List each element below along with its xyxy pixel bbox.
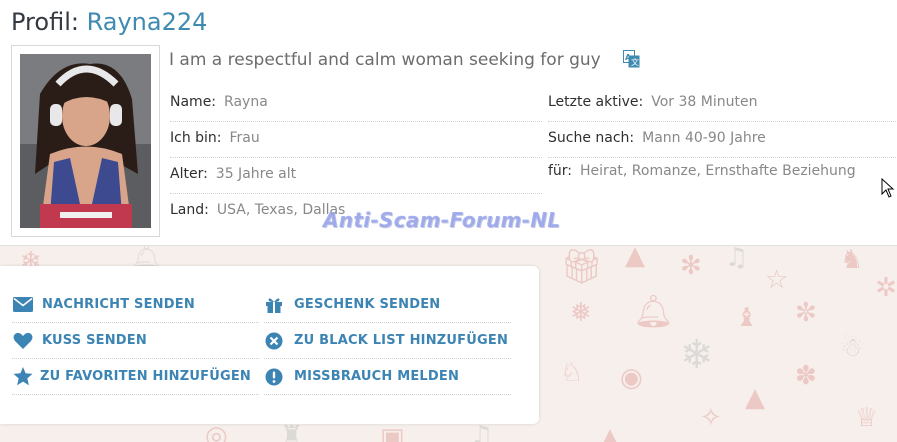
detail-label: für: [548, 163, 573, 179]
bell-decoration-icon: ♫ [725, 245, 749, 273]
detail-value: Rayna [224, 94, 268, 110]
translate-icon[interactable]: A 文 [623, 50, 640, 68]
exclamation-circle-icon [264, 366, 284, 388]
star-decoration-icon: ☆ [765, 265, 789, 295]
tree-decoration-icon: ▲ [600, 423, 620, 442]
snowflake-icon: ✲ [875, 273, 897, 303]
gift-decoration-icon: ▣ [380, 423, 405, 442]
heart-icon [12, 330, 34, 352]
profile-photo-image [20, 54, 151, 228]
detail-label: Alter: [170, 166, 208, 182]
detail-value: Heirat, Romanze, Ernsthafte Beziehung [580, 163, 856, 179]
snowflake-icon: ✼ [795, 298, 817, 328]
watermark-text: Anti-Scam-Forum-NL [323, 208, 561, 232]
x-circle-icon [264, 330, 284, 352]
detail-label: Name: [170, 94, 217, 110]
snowflake-icon: ✽ [795, 361, 817, 391]
detail-label: Letzte aktive: [548, 94, 644, 110]
detail-value: Vor 38 Minuten [651, 94, 758, 110]
send-kiss-label: KUSS SENDEN [42, 333, 147, 348]
snowflake-icon: ❅ [570, 298, 592, 328]
page-title-prefix: Profil: [11, 8, 79, 36]
page-title: Profil: Rayna224 [11, 8, 207, 36]
snowflake-icon: ❄ [680, 332, 714, 378]
gift-icon [264, 294, 284, 316]
report-abuse-button[interactable]: MISSBRAUCH MELDEN [264, 359, 511, 395]
ornament-decoration-icon: ◉ [620, 363, 643, 393]
send-kiss-button[interactable]: KUSS SENDEN [12, 323, 259, 359]
detail-row-relationship: für: Heirat, Romanze, Ernsthafte Beziehun… [548, 156, 896, 191]
ornament-decoration-icon: ◎ [205, 421, 228, 442]
gift-decoration-icon: 🎁︎ [560, 247, 604, 287]
profile-photo-frame[interactable] [11, 45, 160, 237]
reindeer-decoration-icon: ♞ [840, 245, 864, 275]
send-message-button[interactable]: NACHRICHT SENDEN [12, 287, 259, 323]
angel-decoration-icon: ♕ [855, 403, 879, 433]
detail-row-age: Alter: 35 Jahre alt [170, 159, 542, 194]
send-gift-button[interactable]: GESCHENK SENDEN [264, 287, 511, 323]
profile-card: Profil: Rayna224 I am a respectful and c… [0, 0, 897, 246]
detail-row-name: Name: Rayna [170, 87, 542, 122]
add-to-favorites-button[interactable]: ZU FAVORITEN HINZUFÜGEN [12, 359, 259, 395]
detail-row-gender: Ich bin: Frau [170, 123, 542, 158]
profile-username: Rayna224 [86, 8, 208, 36]
detail-label: Ich bin: [170, 130, 222, 146]
svg-text:文: 文 [631, 57, 639, 67]
santa-decoration-icon: ☃ [840, 333, 864, 363]
send-gift-label: GESCHENK SENDEN [294, 297, 441, 312]
envelope-icon [12, 294, 34, 316]
bell-decoration-icon: ♫ [470, 421, 494, 442]
detail-value: Frau [229, 130, 260, 146]
detail-label: Land: [170, 202, 209, 218]
star-icon [12, 366, 34, 388]
tree-decoration-icon: ▲ [625, 245, 645, 271]
add-to-blacklist-button[interactable]: ZU BLACK LIST HINZUFÜGEN [264, 323, 511, 359]
add-to-favorites-label: ZU FAVORITEN HINZUFÜGEN [40, 369, 252, 384]
stocking-decoration-icon: ♝ [735, 303, 759, 333]
profile-actions-panel: NACHRICHT SENDEN GESCHENK SENDEN KUSS SE… [0, 266, 539, 424]
snowflake-icon: ✻ [680, 251, 702, 281]
sleigh-decoration-icon: ♜ [280, 421, 304, 442]
mouse-cursor-icon [881, 177, 895, 198]
reindeer-decoration-icon: ♘ [560, 358, 584, 388]
detail-value: 35 Jahre alt [215, 166, 297, 182]
add-to-blacklist-label: ZU BLACK LIST HINZUFÜGEN [294, 333, 509, 348]
detail-row-last-active: Letzte aktive: Vor 38 Minuten [548, 87, 896, 122]
detail-label: Suche nach: [548, 130, 635, 146]
report-abuse-label: MISSBRAUCH MELDEN [294, 369, 460, 384]
detail-row-looking-for: Suche nach: Mann 40-90 Jahre [548, 123, 896, 158]
tree-decoration-icon: ▲ [745, 383, 765, 413]
star-decoration-icon: ✧ [700, 403, 722, 433]
detail-value: Mann 40-90 Jahre [642, 130, 766, 146]
send-message-label: NACHRICHT SENDEN [42, 297, 195, 312]
profile-headline: I am a respectful and calm woman seeking… [169, 50, 601, 70]
profile-photo[interactable] [20, 54, 151, 228]
bell-decoration-icon: 🔔︎ [633, 292, 674, 330]
